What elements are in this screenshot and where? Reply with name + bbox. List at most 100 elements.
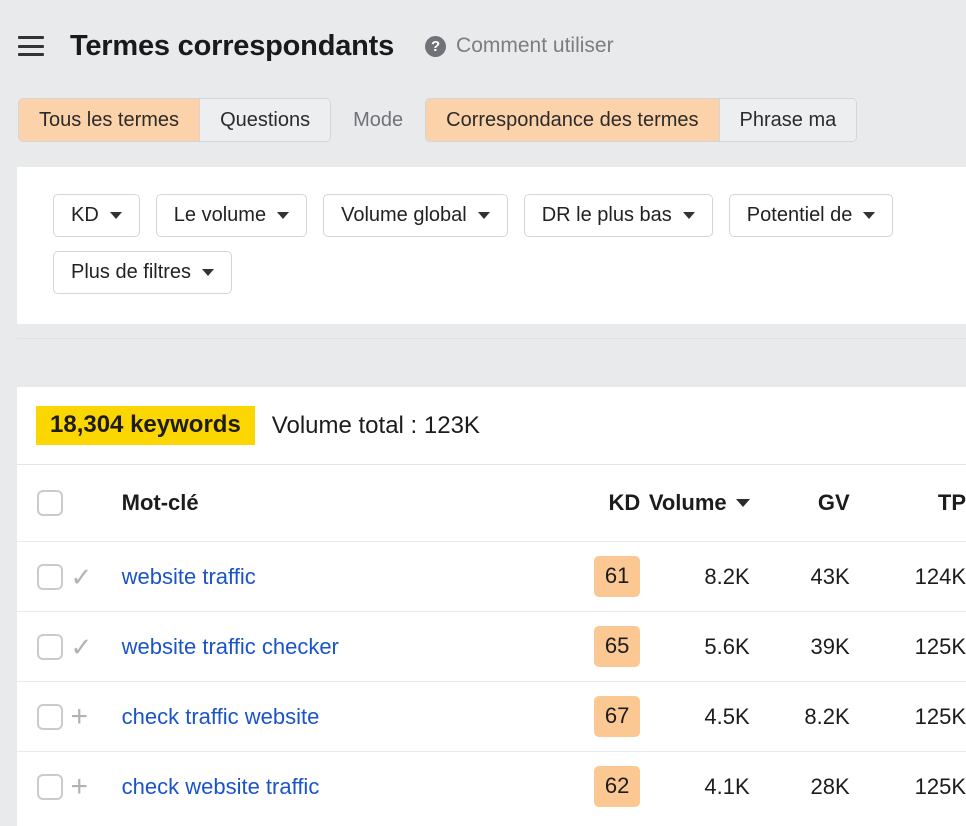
volume-total-label: Volume total : 123K	[272, 412, 480, 440]
column-header-volume[interactable]: Volume	[640, 465, 749, 542]
row-checkbox-cell	[17, 542, 70, 612]
chevron-down-icon	[863, 212, 875, 219]
row-mark-cell: ✓	[70, 612, 121, 682]
row-tp-cell: 124K	[850, 542, 966, 612]
tabs-row: Tous les termes Questions Mode Correspon…	[0, 92, 966, 148]
chevron-down-icon	[202, 269, 214, 276]
filter-panel: KD Le volume Volume global DR le plus ba…	[17, 167, 966, 324]
keyword-link[interactable]: website traffic	[122, 564, 256, 589]
kd-badge: 65	[594, 626, 640, 667]
row-kd-cell: 62	[540, 752, 640, 822]
keywords-table: Mot-clé KD Volume GV TP	[17, 464, 966, 822]
app-root: Termes correspondants ? Comment utiliser…	[0, 0, 966, 826]
section-divider	[17, 338, 966, 387]
kd-badge: 61	[594, 556, 640, 597]
filter-dr-le-plus-bas-label: DR le plus bas	[542, 204, 672, 227]
row-keyword-cell: check traffic website	[122, 682, 541, 752]
column-header-gv[interactable]: GV	[750, 465, 850, 542]
table-header-row: Mot-clé KD Volume GV TP	[17, 465, 966, 542]
tab-phrase-match[interactable]: Phrase ma	[719, 99, 857, 141]
kd-badge: 67	[594, 696, 640, 737]
kd-badge: 62	[594, 766, 640, 807]
row-checkbox[interactable]	[37, 634, 63, 660]
page-header: Termes correspondants ? Comment utiliser	[0, 0, 966, 92]
hamburger-icon[interactable]	[18, 36, 44, 56]
row-gv-cell: 39K	[750, 612, 850, 682]
check-icon[interactable]: ✓	[70, 634, 121, 660]
row-volume-cell: 4.1K	[640, 752, 749, 822]
row-kd-cell: 65	[540, 612, 640, 682]
row-gv-cell: 43K	[750, 542, 850, 612]
row-volume-cell: 8.2K	[640, 542, 749, 612]
results-summary: 18,304 keywords Volume total : 123K	[17, 387, 966, 464]
row-volume-cell: 4.5K	[640, 682, 749, 752]
row-mark-cell: +	[70, 752, 121, 822]
filter-potentiel-de-label: Potentiel de	[747, 204, 853, 227]
row-gv-cell: 28K	[750, 752, 850, 822]
how-to-use-link[interactable]: ? Comment utiliser	[425, 34, 614, 58]
keyword-link[interactable]: check website traffic	[122, 774, 320, 799]
mark-header-cell	[70, 465, 121, 542]
tab-correspondance-des-termes[interactable]: Correspondance des termes	[426, 99, 718, 141]
filter-le-volume[interactable]: Le volume	[156, 194, 307, 237]
row-checkbox[interactable]	[37, 564, 63, 590]
term-type-segmented-control: Tous les termes Questions	[18, 98, 331, 142]
row-checkbox-cell	[17, 682, 70, 752]
keyword-link[interactable]: website traffic checker	[122, 634, 339, 659]
row-volume-cell: 5.6K	[640, 612, 749, 682]
column-header-tp[interactable]: TP	[850, 465, 966, 542]
plus-icon[interactable]: +	[70, 702, 121, 732]
row-tp-cell: 125K	[850, 682, 966, 752]
row-mark-cell: +	[70, 682, 121, 752]
filter-kd-label: KD	[71, 204, 99, 227]
filter-button-group: KD Le volume Volume global DR le plus ba…	[53, 194, 966, 294]
row-mark-cell: ✓	[70, 542, 121, 612]
row-tp-cell: 125K	[850, 612, 966, 682]
keyword-count-badge: 18,304 keywords	[36, 406, 255, 445]
table-row[interactable]: + check website traffic 62 4.1K 28K 125K	[17, 752, 966, 822]
mode-label: Mode	[353, 109, 403, 132]
keyword-link[interactable]: check traffic website	[122, 704, 320, 729]
row-gv-cell: 8.2K	[750, 682, 850, 752]
row-tp-cell: 125K	[850, 752, 966, 822]
chevron-down-icon	[110, 212, 122, 219]
how-to-use-label: Comment utiliser	[456, 34, 614, 58]
row-checkbox[interactable]	[37, 774, 63, 800]
row-kd-cell: 61	[540, 542, 640, 612]
table-body: ✓ website traffic 61 8.2K 43K 124K	[17, 542, 966, 822]
column-header-volume-label: Volume	[649, 490, 727, 516]
table-row[interactable]: ✓ website traffic checker 65 5.6K 39K 12…	[17, 612, 966, 682]
tab-questions[interactable]: Questions	[199, 99, 330, 141]
column-header-kd[interactable]: KD	[540, 465, 640, 542]
check-icon[interactable]: ✓	[70, 564, 121, 590]
page-title: Termes correspondants	[70, 30, 394, 63]
filter-potentiel-de[interactable]: Potentiel de	[729, 194, 894, 237]
results-panel: 18,304 keywords Volume total : 123K Mot-…	[17, 387, 966, 826]
select-all-checkbox[interactable]	[37, 490, 63, 516]
row-checkbox-cell	[17, 612, 70, 682]
select-all-cell	[17, 465, 70, 542]
column-header-keyword[interactable]: Mot-clé	[122, 465, 541, 542]
filter-volume-global-label: Volume global	[341, 204, 467, 227]
row-kd-cell: 67	[540, 682, 640, 752]
volume-sort-control[interactable]: Volume	[640, 490, 749, 516]
table-row[interactable]: + check traffic website 67 4.5K 8.2K 125…	[17, 682, 966, 752]
table-row[interactable]: ✓ website traffic 61 8.2K 43K 124K	[17, 542, 966, 612]
filter-kd[interactable]: KD	[53, 194, 140, 237]
table-header: Mot-clé KD Volume GV TP	[17, 465, 966, 542]
row-keyword-cell: check website traffic	[122, 752, 541, 822]
plus-icon[interactable]: +	[70, 772, 121, 802]
match-mode-segmented-control: Correspondance des termes Phrase ma	[425, 98, 857, 142]
filter-plus-de-filtres[interactable]: Plus de filtres	[53, 251, 232, 294]
question-mark-icon: ?	[425, 36, 446, 57]
tab-tous-les-termes[interactable]: Tous les termes	[19, 99, 199, 141]
row-checkbox-cell	[17, 752, 70, 822]
filter-le-volume-label: Le volume	[174, 204, 266, 227]
chevron-down-icon	[277, 212, 289, 219]
chevron-down-icon	[736, 499, 750, 507]
row-checkbox[interactable]	[37, 704, 63, 730]
filter-dr-le-plus-bas[interactable]: DR le plus bas	[524, 194, 713, 237]
filter-volume-global[interactable]: Volume global	[323, 194, 508, 237]
row-keyword-cell: website traffic checker	[122, 612, 541, 682]
filter-plus-de-filtres-label: Plus de filtres	[71, 261, 191, 284]
